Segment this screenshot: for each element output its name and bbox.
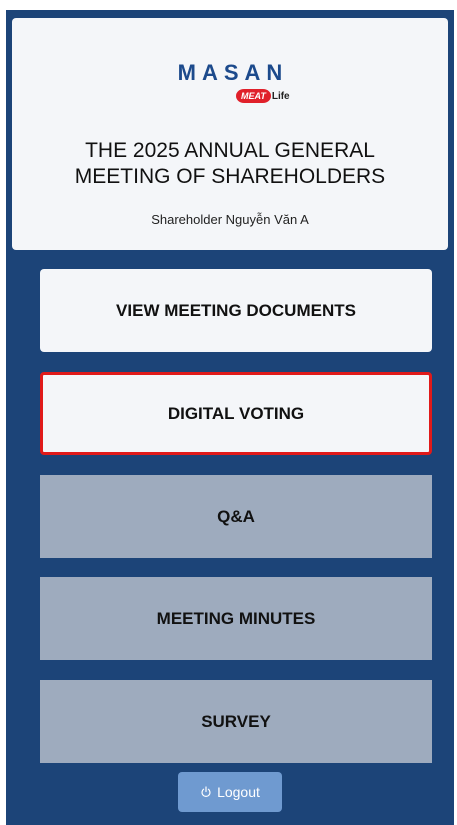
title-line-2: MEETING OF SHAREHOLDERS xyxy=(74,165,386,188)
header-card: MASAN MEAT Life THE 2025 ANNUAL GENERAL … xyxy=(12,18,448,250)
meat-badge: MEAT xyxy=(236,89,271,103)
survey-button[interactable]: SURVEY xyxy=(40,680,432,763)
brand-name: MASAN xyxy=(177,60,289,85)
title-line-1: THE 2025 ANNUAL GENERAL xyxy=(85,139,375,162)
page-title: THE 2025 ANNUAL GENERAL MEETING OF SHARE… xyxy=(12,138,448,190)
qa-button[interactable]: Q&A xyxy=(40,475,432,558)
digital-voting-label: DIGITAL VOTING xyxy=(167,403,305,423)
meeting-minutes-button[interactable]: MEETING MINUTES xyxy=(40,577,432,660)
view-documents-label: VIEW MEETING DOCUMENTS xyxy=(116,300,356,320)
logout-button[interactable]: Logout xyxy=(178,772,282,812)
meeting-minutes-label: MEETING MINUTES xyxy=(156,608,316,628)
survey-label: SURVEY xyxy=(201,711,271,731)
digital-voting-button[interactable]: DIGITAL VOTING xyxy=(40,372,432,455)
view-documents-button[interactable]: VIEW MEETING DOCUMENTS xyxy=(40,269,432,352)
logout-label: Logout xyxy=(217,784,260,800)
shareholder-name: Shareholder Nguyễn Văn A xyxy=(151,212,309,227)
life-text: Life xyxy=(271,90,290,102)
app-frame: MASAN MEAT Life THE 2025 ANNUAL GENERAL … xyxy=(6,10,454,825)
qa-label: Q&A xyxy=(217,506,255,526)
brand-sub-logo: MEAT Life xyxy=(236,89,290,103)
brand-logo: MASAN MEAT Life xyxy=(12,60,448,103)
power-icon xyxy=(201,786,211,797)
